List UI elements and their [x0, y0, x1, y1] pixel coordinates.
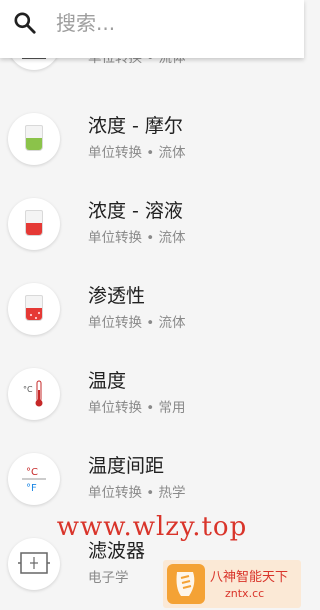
list-item-subtitle: 电子学	[88, 570, 129, 586]
red-beaker-dots-icon	[8, 283, 60, 335]
svg-text:°C: °C	[23, 385, 33, 394]
filter-circuit-icon	[8, 538, 60, 590]
green-beaker-icon	[8, 113, 60, 165]
watermark-badge: 八神智能天下 zntx.cc	[163, 560, 301, 608]
list-item-subtitle: 单位转换 • 流体	[88, 230, 186, 246]
badge-logo-icon	[167, 564, 205, 604]
list-item-subtitle: 单位转换 • 流体	[88, 315, 186, 331]
list-item[interactable]: 浓度 - 溶液 单位转换 • 流体	[0, 184, 304, 269]
list-item-title: 温度间距	[88, 455, 165, 477]
list-item-subtitle: 单位转换 • 流体	[88, 145, 186, 161]
red-beaker-icon	[8, 198, 60, 250]
badge-title: 八神智能天下	[210, 570, 289, 585]
watermark-text: www.wlzy.top	[56, 512, 248, 542]
list-item-subtitle: 单位转换 • 热学	[88, 485, 186, 501]
list-item-title: 浓度 - 溶液	[88, 200, 183, 222]
list-item[interactable]: 渗透性 单位转换 • 流体	[0, 269, 304, 354]
thermometer-icon: °C	[8, 368, 60, 420]
search-input[interactable]	[56, 8, 256, 38]
list-item[interactable]: °C 温度 单位转换 • 常用	[0, 354, 304, 439]
list-item-title: 浓度 - 摩尔	[88, 115, 183, 137]
list-item-title: 温度	[88, 370, 127, 392]
svg-text:°F: °F	[26, 483, 37, 494]
search-bar	[0, 0, 304, 58]
svg-text:°C: °C	[26, 467, 38, 478]
list-item-subtitle: 单位转换 • 常用	[88, 400, 186, 416]
celsius-fahrenheit-icon: °C °F	[8, 453, 60, 505]
badge-subtitle: zntx.cc	[225, 587, 265, 600]
list-item[interactable]: 浓度 - 摩尔 单位转换 • 流体	[0, 99, 304, 184]
list-item-title: 渗透性	[88, 285, 146, 307]
search-icon[interactable]	[12, 10, 38, 36]
